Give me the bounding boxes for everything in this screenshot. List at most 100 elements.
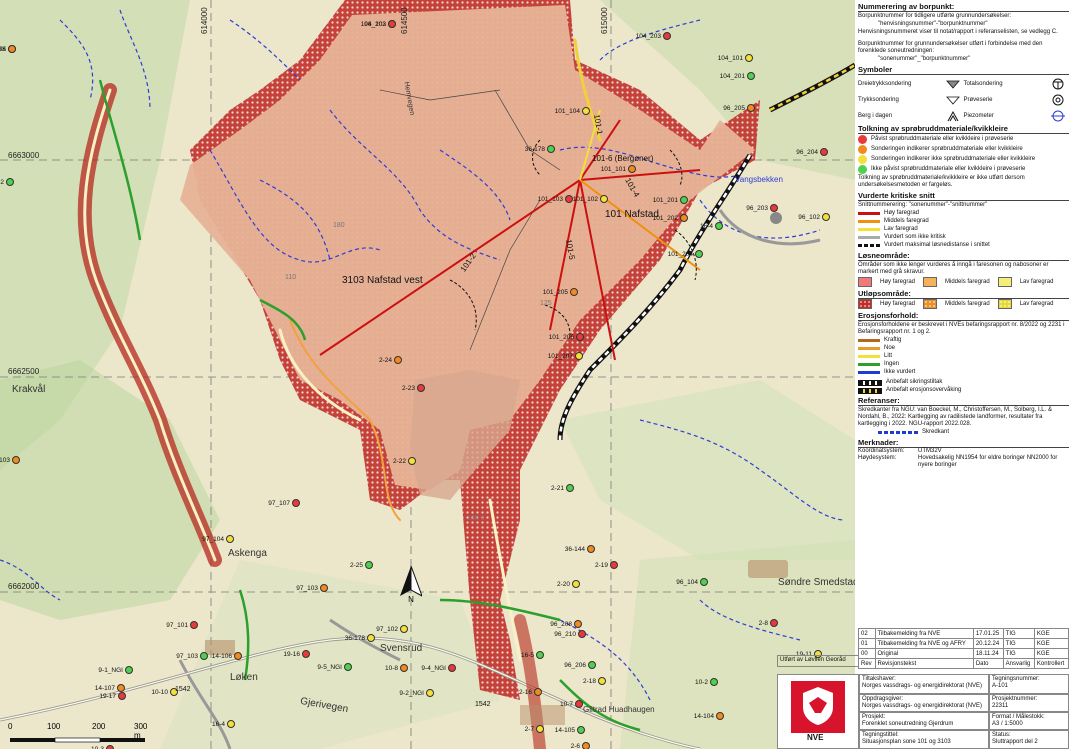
borehole-marker[interactable] xyxy=(417,384,425,392)
borehole-marker[interactable] xyxy=(234,652,242,660)
legend-text: Dreietrykksondering xyxy=(858,80,912,87)
borehole-marker[interactable] xyxy=(575,352,583,360)
borehole-marker[interactable] xyxy=(190,621,198,629)
borehole-marker[interactable] xyxy=(292,499,300,507)
release-medium-swatch xyxy=(923,277,938,287)
borehole-marker[interactable] xyxy=(400,625,408,633)
borehole-label: 10-2 xyxy=(694,679,708,686)
borehole-marker[interactable] xyxy=(566,484,574,492)
borehole-marker[interactable] xyxy=(575,700,583,708)
place-label: Søndre Smedstad xyxy=(778,577,855,588)
borehole-marker[interactable] xyxy=(680,196,688,204)
borehole-marker[interactable] xyxy=(547,145,555,153)
borehole-marker[interactable] xyxy=(536,725,544,733)
borehole-label: 102_102 xyxy=(0,179,4,186)
project-number-label: Prosjektnummer: xyxy=(992,696,1038,702)
legend-notes-title: Merknader: xyxy=(858,439,1069,448)
borehole-marker[interactable] xyxy=(536,651,544,659)
runout-high-swatch xyxy=(858,299,872,309)
legend-panel: Nummerering av borpunkt: Borpunktnummer … xyxy=(858,0,1069,626)
borehole-marker[interactable] xyxy=(587,545,595,553)
borehole-marker[interactable] xyxy=(320,584,328,592)
borehole-marker[interactable] xyxy=(365,561,373,569)
legend-text: Sonderingen indikerer sprøbruddmateriale… xyxy=(871,146,1023,152)
borehole-marker[interactable] xyxy=(710,678,718,686)
borehole-marker[interactable] xyxy=(695,250,703,258)
borehole-marker[interactable] xyxy=(588,661,596,669)
map-canvas[interactable]: 614000 614500 615000 6663000 6662500 666… xyxy=(0,0,855,749)
borehole-marker[interactable] xyxy=(770,204,778,212)
borehole-marker[interactable] xyxy=(578,630,586,638)
revision-cell: 17.01.25 xyxy=(972,628,1004,639)
revision-row: 02 Tilbakemelding fra NVE 17.01.25 TIG KGE xyxy=(858,628,1069,639)
borehole-marker[interactable] xyxy=(118,692,126,700)
yellow-dot-icon xyxy=(858,155,867,164)
borehole-marker[interactable] xyxy=(680,214,688,222)
borehole-marker[interactable] xyxy=(6,178,14,186)
borehole-label: 19-16 xyxy=(283,651,300,658)
borehole-label: 16-4 xyxy=(699,223,713,230)
borehole-marker[interactable] xyxy=(598,677,606,685)
borehole-marker[interactable] xyxy=(572,580,580,588)
borehole-marker[interactable] xyxy=(715,222,723,230)
revision-cell: TIG xyxy=(1002,648,1035,659)
borehole-marker[interactable] xyxy=(408,457,416,465)
borehole-label: 16-4 xyxy=(211,721,225,728)
borehole-marker[interactable] xyxy=(600,195,608,203)
revision-cell: 20.12.24 xyxy=(972,638,1004,649)
borehole-marker[interactable] xyxy=(570,288,578,296)
borehole-marker[interactable] xyxy=(663,32,671,40)
borehole-marker[interactable] xyxy=(610,561,618,569)
borehole-label: 2-8 xyxy=(758,620,768,627)
legend-text: Høy faregrad xyxy=(880,300,916,307)
line-swatch xyxy=(858,228,880,231)
borehole-marker[interactable] xyxy=(227,720,235,728)
borehole-marker[interactable] xyxy=(117,684,125,692)
legend-text: UTM32V xyxy=(918,448,942,454)
runout-low-swatch xyxy=(997,299,1012,309)
nve-logo: NVE xyxy=(777,674,859,749)
borehole-marker[interactable] xyxy=(125,666,133,674)
borehole-marker[interactable] xyxy=(426,689,434,697)
revision-cell: Tilbakemelding fra NVE og AFRY xyxy=(874,638,974,649)
borehole-marker[interactable] xyxy=(700,578,708,586)
borehole-marker[interactable] xyxy=(534,688,542,696)
borehole-marker[interactable] xyxy=(302,650,310,658)
borehole-marker[interactable] xyxy=(745,54,753,62)
borehole-marker[interactable] xyxy=(770,619,778,627)
contract-value: Norges vassdrags- og energidirektorat (N… xyxy=(862,703,983,709)
borehole-label: 102_103 xyxy=(0,457,10,464)
legend-text: Trykksondering xyxy=(858,96,899,103)
borehole-marker[interactable] xyxy=(448,664,456,672)
borehole-marker[interactable] xyxy=(576,333,584,341)
orange-dot-icon xyxy=(858,145,867,154)
borehole-marker[interactable] xyxy=(577,726,585,734)
format-cell: Format / Målestokk: A3 / 1:5000 xyxy=(989,712,1069,730)
line-swatch xyxy=(858,236,880,239)
borehole-marker[interactable] xyxy=(747,104,755,112)
borehole-marker[interactable] xyxy=(716,712,724,720)
drawing-title-value: Situasjonsplan sone 101 og 3103 xyxy=(862,739,951,745)
borehole-marker[interactable] xyxy=(394,356,402,364)
pressure-sounding-icon xyxy=(945,96,960,105)
revision-row: 00 Original 18.11.24 TIG KGE xyxy=(858,648,1069,659)
borehole-marker[interactable] xyxy=(820,148,828,156)
borehole-marker[interactable] xyxy=(367,634,375,642)
line-swatch xyxy=(858,244,880,247)
borehole-marker[interactable] xyxy=(582,742,590,749)
borehole-marker[interactable] xyxy=(388,20,396,28)
borehole-marker[interactable] xyxy=(12,456,20,464)
borehole-marker[interactable] xyxy=(226,535,234,543)
scale-label: 300 m xyxy=(134,722,148,740)
borehole-marker[interactable] xyxy=(582,107,590,115)
borehole-label: 101_102 xyxy=(572,196,598,203)
borehole-marker[interactable] xyxy=(574,620,582,628)
borehole-marker[interactable] xyxy=(628,165,636,173)
piezometer-icon xyxy=(1051,110,1065,122)
road-number-label: 1542 xyxy=(175,686,191,693)
borehole-marker[interactable] xyxy=(344,663,352,671)
borehole-marker[interactable] xyxy=(822,213,830,221)
borehole-marker[interactable] xyxy=(400,664,408,672)
borehole-marker[interactable] xyxy=(747,72,755,80)
borehole-marker[interactable] xyxy=(8,45,16,53)
